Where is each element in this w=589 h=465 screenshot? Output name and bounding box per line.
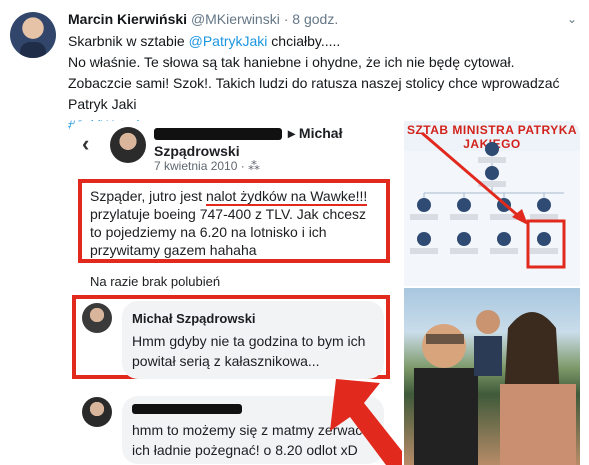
tweet-line1-prefix: Skarbnik w sztabie (68, 33, 189, 49)
fb-author-name: ▸ Michał Szpądrowski (154, 124, 400, 160)
org-chart-graphic (410, 131, 566, 269)
photo-people (414, 310, 576, 465)
back-arrow-icon: ‹ (82, 131, 90, 156)
comment2-bubble: hmm to możemy się z matmy zerwać i ich ł… (122, 396, 384, 464)
fb-author-avatar (110, 127, 146, 163)
post-text-end: przylatuje boeing 747-400 z TLV. Jak chc… (90, 206, 367, 258)
media-photo[interactable] (404, 288, 580, 465)
post-text-underlined: nalot żydków na Wawke!!! (205, 188, 368, 206)
separator: · (283, 11, 289, 27)
fb-likes-text: Na razie brak polubień (90, 274, 221, 289)
comment1-avatar (82, 303, 112, 333)
tweet: Marcin Kierwiński @MKierwinski · 8 godz.… (68, 10, 580, 136)
tweet-line1-suffix: chciałby..... (267, 33, 341, 49)
tweet-header: Marcin Kierwiński @MKierwinski · 8 godz. (68, 10, 580, 29)
comment2-text: hmm to możemy się z matmy zerwać i ich ł… (132, 422, 370, 458)
media-facebook-screenshot[interactable]: ‹ ▸ Michał Szpądrowski 7 kwietnia 2010 ·… (68, 121, 402, 465)
comment1-author: Michał Szpądrowski (132, 311, 256, 326)
chevron-down-icon[interactable]: ⌄ (564, 12, 580, 28)
redacted-scribble (132, 404, 242, 414)
tweet-time[interactable]: 8 godz. (292, 11, 338, 27)
media-org-chart[interactable]: SZTAB MINISTRA PATRYKA JAKIEGO (404, 121, 580, 286)
author-name[interactable]: Marcin Kierwiński (68, 11, 187, 27)
author-handle[interactable]: @MKierwinski (191, 11, 280, 27)
tweet-media[interactable]: ‹ ▸ Michał Szpądrowski 7 kwietnia 2010 ·… (68, 121, 580, 465)
fb-post-text: Szpąder, jutro jest nalot żydków na Wawk… (78, 179, 390, 263)
redacted-scribble (154, 128, 282, 141)
fb-post-date: 7 kwietnia 2010 · ⁂ (154, 159, 261, 173)
comment1-bubble: Michał Szpądrowski Hmm gdyby nie ta godz… (122, 301, 384, 379)
comment1-text: Hmm gdyby nie ta godzina to bym ich powi… (132, 333, 366, 369)
post-text-start: Szpąder, jutro jest (90, 188, 206, 204)
comment2-avatar (82, 397, 112, 427)
mention-link[interactable]: @PatrykJaki (189, 33, 268, 49)
tweet-line2: No właśnie. Te słowa są tak haniebne i o… (68, 54, 560, 112)
author-avatar[interactable] (10, 12, 56, 58)
